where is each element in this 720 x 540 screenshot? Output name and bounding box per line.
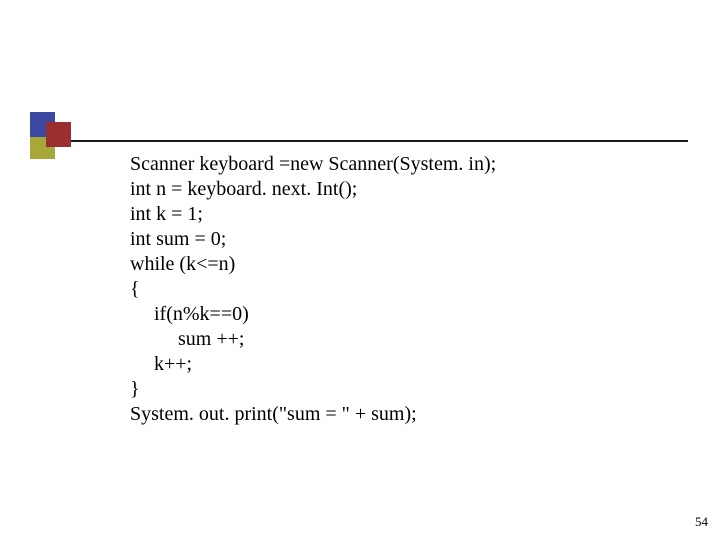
code-block: Scanner keyboard =new Scanner(System. in… [130, 152, 690, 427]
horizontal-rule [56, 140, 688, 142]
code-line: sum ++; [130, 327, 690, 352]
code-line: int n = keyboard. next. Int(); [130, 177, 690, 202]
code-line: k++; [130, 352, 690, 377]
square-red-icon [46, 122, 71, 147]
code-line: int k = 1; [130, 202, 690, 227]
slide: Scanner keyboard =new Scanner(System. in… [0, 0, 720, 540]
page-number: 54 [695, 514, 708, 530]
code-line: if(n%k==0) [130, 302, 690, 327]
code-line: int sum = 0; [130, 227, 690, 252]
code-line: { [130, 277, 690, 302]
code-line: Scanner keyboard =new Scanner(System. in… [130, 152, 690, 177]
code-line: System. out. print("sum = " + sum); [130, 402, 690, 427]
decorative-squares [30, 112, 86, 132]
code-line: while (k<=n) [130, 252, 690, 277]
code-line: } [130, 377, 690, 402]
